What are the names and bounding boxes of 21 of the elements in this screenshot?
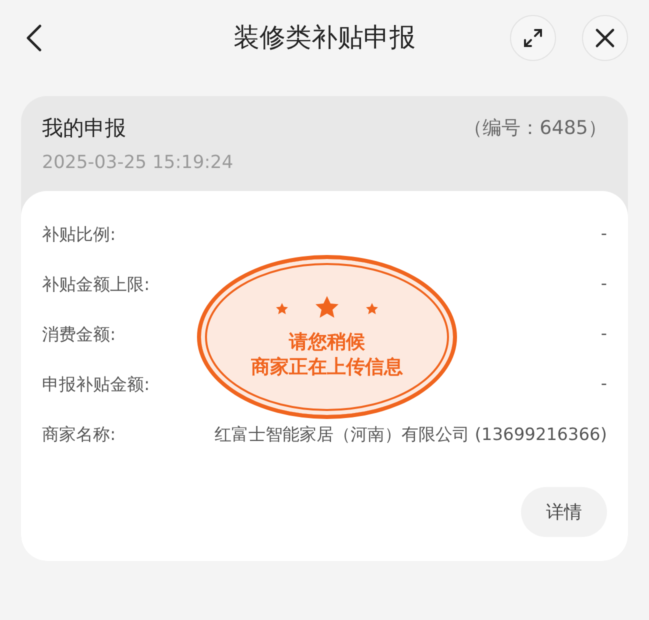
field-value: - [600, 324, 607, 344]
page-title: 装修类补贴申报 [234, 22, 416, 55]
stamp-text: 商家正在上传信息 [251, 356, 403, 379]
field-label: 补贴比例: [42, 224, 116, 246]
field-value: - [600, 274, 607, 294]
field-value: 红富士智能家居（河南）有限公司 (13699216366) [214, 424, 607, 446]
close-button[interactable] [582, 14, 628, 60]
application-number: （编号：6485） [464, 116, 607, 141]
field-label: 补贴金额上限: [42, 274, 150, 296]
back-icon [25, 22, 43, 52]
field-label: 申报补贴金额: [42, 374, 150, 396]
application-time: 2025-03-25 15:19:24 [42, 152, 234, 173]
card-title: 我的申报 [42, 115, 126, 142]
field-value: - [600, 374, 607, 394]
stamp-text: 请您稍候 [289, 331, 365, 354]
field-label: 消费金额: [42, 324, 116, 346]
details-button[interactable]: 详情 [521, 487, 607, 537]
close-icon [594, 26, 616, 48]
field-label: 商家名称: [42, 424, 116, 446]
field-value: - [600, 224, 607, 244]
expand-button[interactable] [510, 14, 556, 60]
